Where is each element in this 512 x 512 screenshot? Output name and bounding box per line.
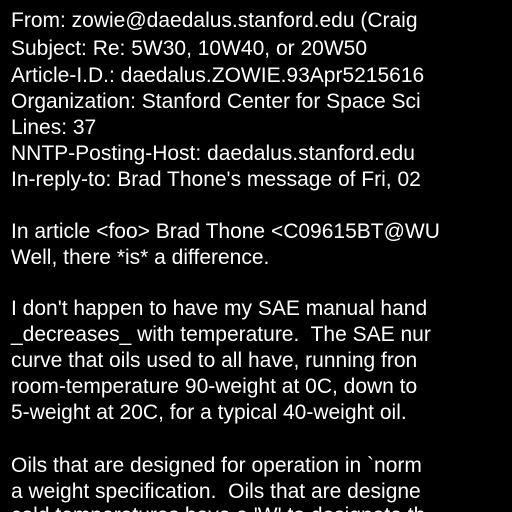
newsgroup-message-view: From: zowie@daedalus.stanford.edu (Craig…	[0, 0, 512, 512]
header-lines: Lines: 37	[11, 116, 97, 139]
header-nntp-posting-host: NNTP-Posting-Host: daedalus.stanford.edu	[11, 142, 415, 165]
body-line: I don't happen to have my SAE manual han…	[11, 297, 428, 320]
header-subject: Subject: Re: 5W30, 10W40, or 20W50	[11, 37, 368, 60]
header-from: From: zowie@daedalus.stanford.edu (Craig	[11, 9, 418, 32]
body-line: room-temperature 90-weight at 0C, down t…	[11, 375, 418, 398]
body-line: Oils that are designed for operation in …	[11, 454, 422, 477]
header-article-id: Article-I.D.: daedalus.ZOWIE.93Apr521561…	[11, 64, 425, 87]
body-line: cold temperatures have a 'W' to designat…	[11, 503, 425, 512]
body-line: 5-weight at 20C, for a typical 40-weight…	[11, 401, 407, 424]
body-line: In article <foo> Brad Thone <C09615BT@WU	[11, 220, 440, 243]
body-line: a weight specification. Oils that are de…	[11, 480, 421, 503]
body-line: _decreases_ with temperature. The SAE nu…	[11, 323, 431, 346]
body-line: curve that oils used to all have, runnin…	[11, 349, 418, 372]
header-in-reply-to: In-reply-to: Brad Thone's message of Fri…	[11, 168, 421, 191]
header-organization: Organization: Stanford Center for Space …	[11, 90, 421, 113]
body-line: Well, there *is* a difference.	[11, 246, 270, 269]
